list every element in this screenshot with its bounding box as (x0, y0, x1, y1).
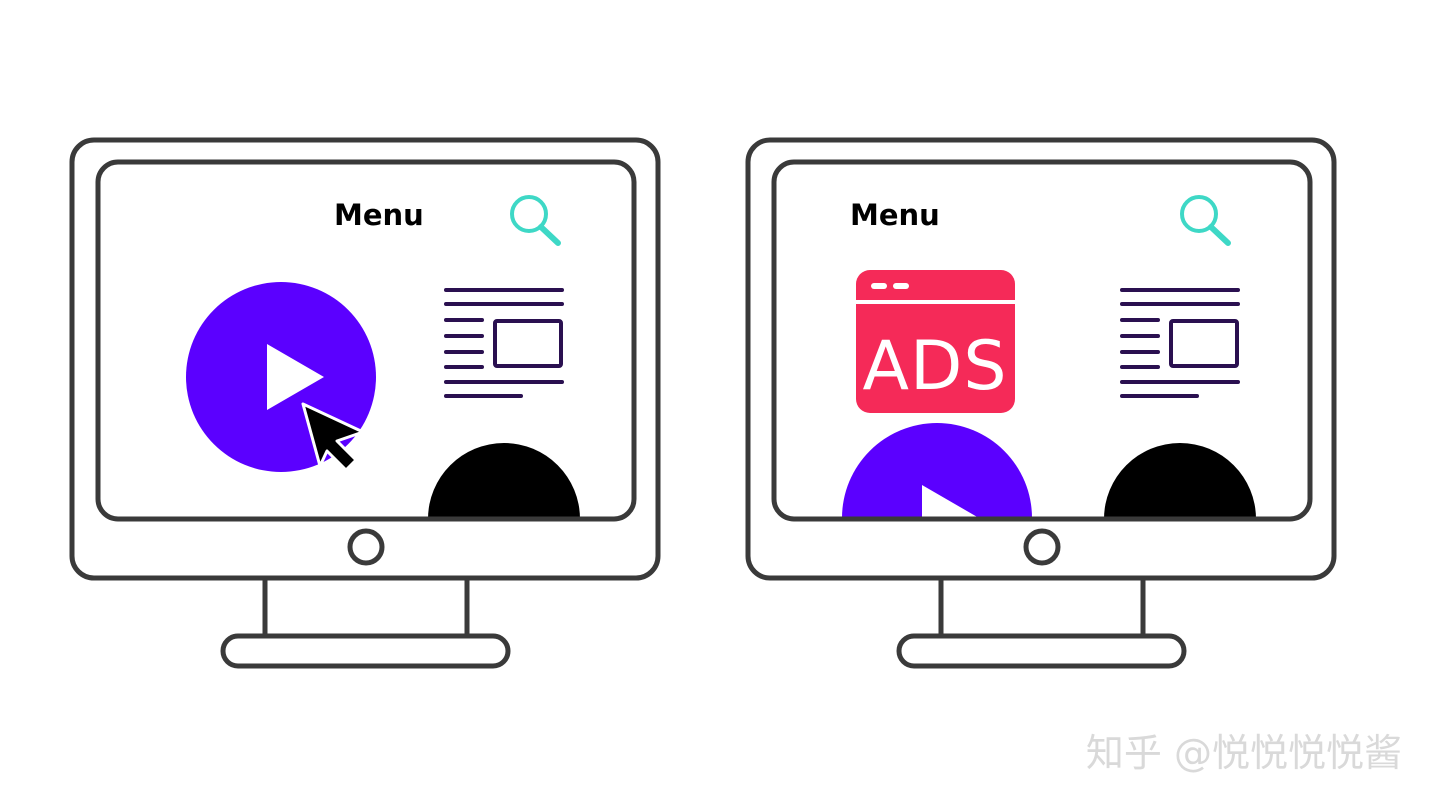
power-button (347, 528, 385, 566)
monitor-stand-base (220, 633, 511, 669)
monitor-stand-neck (262, 574, 470, 642)
illustration: Menu Menu ADS 知乎 @悦悦悦悦酱 (0, 0, 1440, 811)
monitor-left: Menu (69, 137, 661, 669)
watermark: 知乎 @悦悦悦悦酱 (1085, 731, 1402, 775)
power-button (1023, 528, 1061, 566)
menu-label[interactable]: Menu (334, 198, 424, 232)
ads-icon[interactable]: ADS (856, 270, 1015, 413)
ads-label: ADS (862, 327, 1007, 406)
monitor-stand-base (896, 633, 1187, 669)
play-button-icon[interactable] (186, 282, 376, 472)
menu-label[interactable]: Menu (850, 198, 940, 232)
monitor-right: Menu ADS (745, 137, 1337, 669)
monitor-stand-neck (938, 574, 1146, 642)
